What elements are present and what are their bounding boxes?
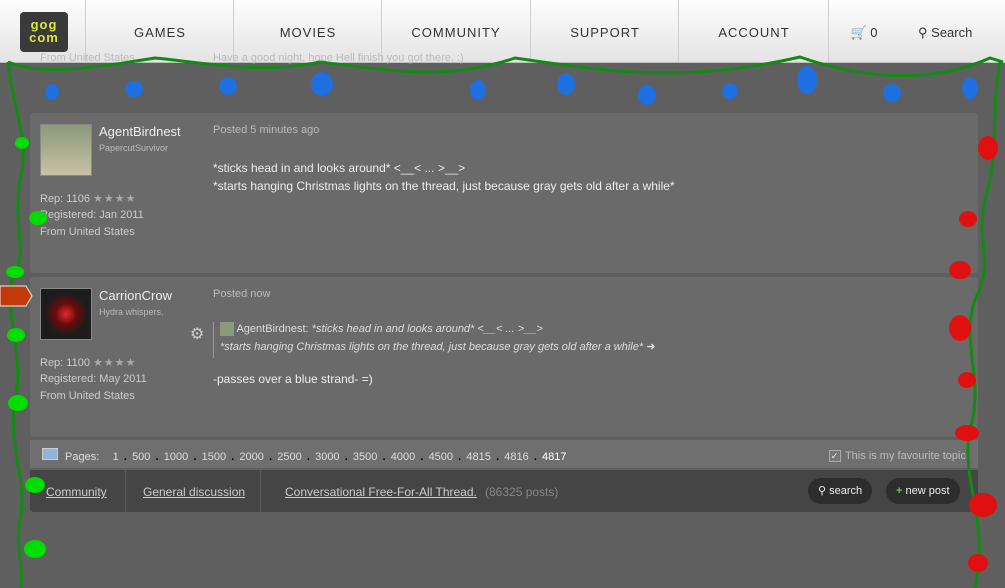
christmas-lights-drawing [0, 55, 1004, 588]
